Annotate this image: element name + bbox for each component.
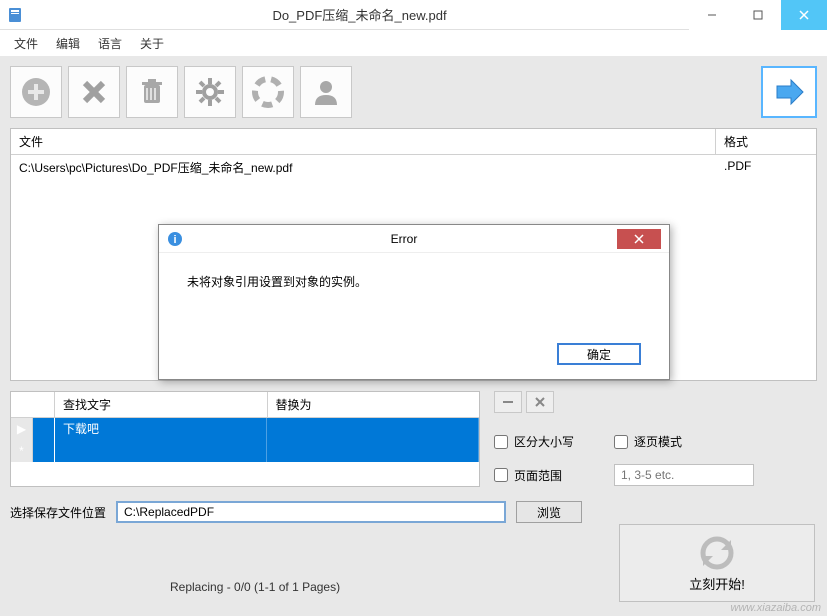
start-button[interactable]: 立刻开始!	[619, 524, 815, 602]
help-button[interactable]	[242, 66, 294, 118]
replace-cell[interactable]	[267, 440, 479, 462]
find-replace-table: 查找文字 替换为 ▶ 下载吧 *	[10, 391, 480, 487]
menu-edit[interactable]: 编辑	[56, 35, 80, 52]
replace-cell[interactable]	[267, 418, 479, 440]
file-path-cell: C:\Users\pc\Pictures\Do_PDF压缩_未命名_new.pd…	[11, 155, 716, 180]
menu-language[interactable]: 语言	[98, 35, 122, 52]
dialog-ok-button[interactable]: 确定	[557, 343, 641, 365]
page-mode-checkbox[interactable]: 逐页模式	[614, 433, 817, 450]
window-controls	[689, 0, 827, 30]
user-button[interactable]	[300, 66, 352, 118]
window-title: Do_PDF压缩_未命名_new.pdf	[30, 5, 689, 24]
minimize-button[interactable]	[689, 0, 735, 30]
delete-button[interactable]	[126, 66, 178, 118]
save-location-label: 选择保存文件位置	[10, 504, 106, 521]
settings-button[interactable]	[184, 66, 236, 118]
dialog-message: 未将对象引用设置到对象的实例。	[159, 253, 669, 333]
menu-bar: 文件 编辑 语言 关于	[0, 30, 827, 56]
go-button[interactable]	[761, 66, 817, 118]
add-button[interactable]	[10, 66, 62, 118]
error-dialog: i Error 未将对象引用设置到对象的实例。 确定	[158, 224, 670, 380]
row-marker: ▶	[11, 418, 33, 440]
row-marker: *	[11, 440, 33, 462]
close-button[interactable]	[781, 0, 827, 30]
toolbar	[10, 66, 817, 118]
options-panel: 区分大小写 逐页模式 页面范围	[494, 391, 817, 487]
svg-text:i: i	[173, 234, 176, 246]
find-cell[interactable]: 下载吧	[55, 418, 267, 440]
app-icon	[0, 0, 30, 30]
page-range-input[interactable]	[614, 464, 754, 486]
remove-button[interactable]	[68, 66, 120, 118]
remove-row-button[interactable]	[494, 391, 522, 413]
status-text: Replacing - 0/0 (1-1 of 1 Pages)	[170, 580, 340, 594]
clear-rows-button[interactable]	[526, 391, 554, 413]
file-header[interactable]: 文件	[11, 129, 716, 154]
dialog-title: Error	[191, 232, 617, 246]
save-location-input[interactable]	[116, 501, 506, 523]
find-replace-row[interactable]: ▶ 下载吧	[11, 418, 479, 440]
start-label: 立刻开始!	[689, 574, 745, 593]
info-icon: i	[167, 231, 183, 247]
menu-about[interactable]: 关于	[140, 35, 164, 52]
maximize-button[interactable]	[735, 0, 781, 30]
browse-button[interactable]: 浏览	[516, 501, 582, 523]
menu-file[interactable]: 文件	[14, 35, 38, 52]
dialog-close-button[interactable]	[617, 229, 661, 249]
watermark: www.xiazaiba.com	[731, 602, 821, 614]
find-replace-row[interactable]: *	[11, 440, 479, 462]
file-row[interactable]: C:\Users\pc\Pictures\Do_PDF压缩_未命名_new.pd…	[11, 155, 816, 180]
title-bar: Do_PDF压缩_未命名_new.pdf	[0, 0, 827, 30]
find-header[interactable]: 查找文字	[55, 392, 268, 417]
case-sensitive-checkbox[interactable]: 区分大小写	[494, 433, 614, 450]
format-header[interactable]: 格式	[716, 129, 816, 154]
page-range-checkbox[interactable]: 页面范围	[494, 467, 614, 484]
refresh-icon	[698, 534, 736, 572]
replace-header[interactable]: 替换为	[268, 392, 480, 417]
find-cell[interactable]	[55, 440, 267, 462]
file-format-cell: .PDF	[716, 155, 816, 180]
